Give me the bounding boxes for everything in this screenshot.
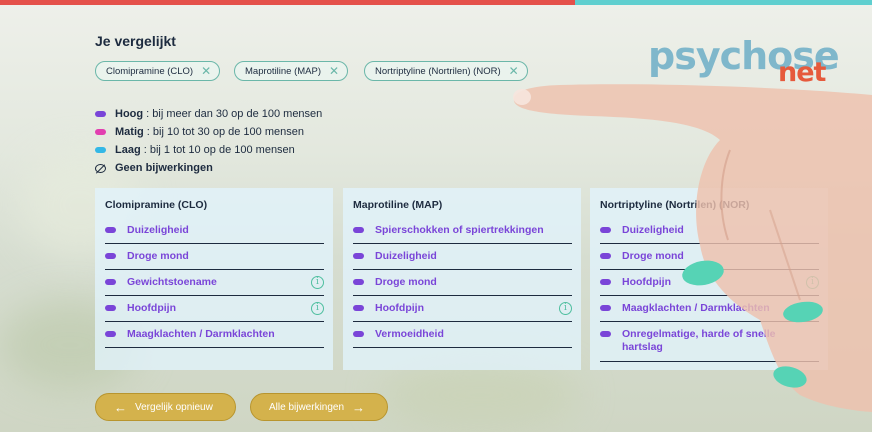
legend-level: Matig (115, 126, 144, 138)
side-effect-label: Duizeligheid (127, 224, 189, 236)
compare-again-button[interactable]: ← Vergelijk opnieuw (95, 393, 236, 421)
hoog-marker-icon (600, 305, 611, 311)
side-effect-item[interactable]: Hoofdpijn i (600, 270, 819, 296)
hoog-marker-icon (105, 227, 116, 233)
compare-chip[interactable]: Maprotiline (MAP) ✕ (234, 61, 349, 81)
side-effect-item[interactable]: Onregelmatige, harde of snelle hartslag (600, 322, 819, 362)
close-icon[interactable]: ✕ (329, 65, 339, 77)
logo-text-net: net (778, 57, 826, 88)
side-effect-item[interactable]: Gewichtstoename i (105, 270, 324, 296)
legend-text: : bij meer dan 30 op de 100 mensen (143, 108, 323, 120)
side-effect-item[interactable]: Droge mond (353, 270, 572, 296)
psychosenet-logo[interactable]: psychose net (648, 37, 840, 88)
side-effect-label: Droge mond (622, 250, 684, 262)
legend-level: Geen bijwerkingen (115, 162, 213, 174)
button-label: Alle bijwerkingen (269, 401, 345, 413)
side-effect-item[interactable]: Vermoeidheid (353, 322, 572, 348)
hoog-marker-icon (600, 279, 611, 285)
close-icon[interactable]: ✕ (509, 65, 519, 77)
matig-marker-icon (95, 129, 106, 135)
side-effect-label: Hoofdpijn (622, 276, 671, 288)
arrow-left-icon: ← (114, 399, 127, 415)
close-icon[interactable]: ✕ (201, 65, 211, 77)
chip-label: Nortriptyline (Nortrilen) (NOR) (375, 65, 501, 77)
hoog-marker-icon (600, 227, 611, 233)
chip-label: Clomipramine (CLO) (106, 65, 194, 77)
side-effect-label: Maagklachten / Darmklachten (127, 328, 275, 340)
hoog-marker-icon (353, 227, 364, 233)
legend-item-none: Geen bijwerkingen (95, 162, 213, 174)
page-title: Je vergelijkt (95, 33, 176, 49)
side-effect-label: Duizeligheid (375, 250, 437, 262)
side-effect-label: Spierschokken of spiertrekkingen (375, 224, 544, 236)
side-effect-item[interactable]: Spierschokken of spiertrekkingen (353, 218, 572, 244)
side-effect-item[interactable]: Droge mond (105, 244, 324, 270)
top-accent-bar-teal (575, 0, 872, 5)
side-effect-label: Maagklachten / Darmklachten (622, 302, 770, 314)
panel-title: Clomipramine (CLO) (105, 199, 208, 211)
top-accent-bar (0, 0, 575, 5)
info-icon[interactable]: i (311, 302, 324, 315)
no-side-effects-icon (95, 163, 106, 173)
side-effect-item[interactable]: Duizeligheid (600, 218, 819, 244)
hoog-marker-icon (105, 279, 116, 285)
legend-text: : bij 1 tot 10 op de 100 mensen (140, 144, 295, 156)
info-icon[interactable]: i (559, 302, 572, 315)
comparison-panel-nor: Nortriptyline (Nortrilen) (NOR) Duizelig… (590, 188, 828, 370)
side-effect-item[interactable]: Maagklachten / Darmklachten (600, 296, 819, 322)
side-effect-item[interactable]: Droge mond (600, 244, 819, 270)
chip-label: Maprotiline (MAP) (245, 65, 322, 77)
side-effect-item[interactable]: Duizeligheid (353, 244, 572, 270)
legend-item-laag: Laag : bij 1 tot 10 op de 100 mensen (95, 144, 295, 156)
hoog-marker-icon (353, 305, 364, 311)
background-blur (380, 360, 580, 430)
info-icon[interactable]: i (806, 276, 819, 289)
hoog-marker-icon (600, 331, 611, 337)
hoog-marker-icon (105, 331, 116, 337)
legend-level: Laag (115, 144, 141, 156)
hoog-marker-icon (95, 111, 106, 117)
compare-chip[interactable]: Nortriptyline (Nortrilen) (NOR) ✕ (364, 61, 528, 81)
compare-chip[interactable]: Clomipramine (CLO) ✕ (95, 61, 221, 81)
comparison-panel-clo: Clomipramine (CLO) Duizeligheid Droge mo… (95, 188, 333, 370)
side-effect-label: Hoofdpijn (127, 302, 176, 314)
hoog-marker-icon (105, 253, 116, 259)
side-effect-label: Duizeligheid (622, 224, 684, 236)
panel-title: Nortriptyline (Nortrilen) (NOR) (600, 199, 750, 211)
side-effect-item[interactable]: Duizeligheid (105, 218, 324, 244)
side-effect-label: Droge mond (127, 250, 189, 262)
side-effect-label: Onregelmatige, harde of snelle hartslag (622, 328, 776, 353)
all-side-effects-button[interactable]: Alle bijwerkingen → (250, 393, 388, 421)
hoog-marker-icon (353, 253, 364, 259)
arrow-right-icon: → (352, 399, 366, 415)
side-effect-label: Gewichtstoename (127, 276, 217, 288)
legend-item-matig: Matig : bij 10 tot 30 op de 100 mensen (95, 126, 304, 138)
legend-item-hoog: Hoog : bij meer dan 30 op de 100 mensen (95, 108, 322, 120)
side-effect-item[interactable]: Hoofdpijn i (353, 296, 572, 322)
info-icon[interactable]: i (311, 276, 324, 289)
hoog-marker-icon (600, 253, 611, 259)
panel-title: Maprotiline (MAP) (353, 199, 443, 211)
side-effect-item[interactable]: Maagklachten / Darmklachten (105, 322, 324, 348)
side-effect-label: Vermoeidheid (375, 328, 444, 340)
side-effect-label: Droge mond (375, 276, 437, 288)
button-label: Vergelijk opnieuw (135, 401, 213, 413)
side-effect-item[interactable]: Hoofdpijn i (105, 296, 324, 322)
laag-marker-icon (95, 147, 106, 153)
hoog-marker-icon (353, 279, 364, 285)
legend-text: : bij 10 tot 30 op de 100 mensen (143, 126, 304, 138)
hoog-marker-icon (353, 331, 364, 337)
comparison-panel-map: Maprotiline (MAP) Spierschokken of spier… (343, 188, 581, 370)
hoog-marker-icon (105, 305, 116, 311)
side-effect-label: Hoofdpijn (375, 302, 424, 314)
legend-level: Hoog (115, 108, 144, 120)
